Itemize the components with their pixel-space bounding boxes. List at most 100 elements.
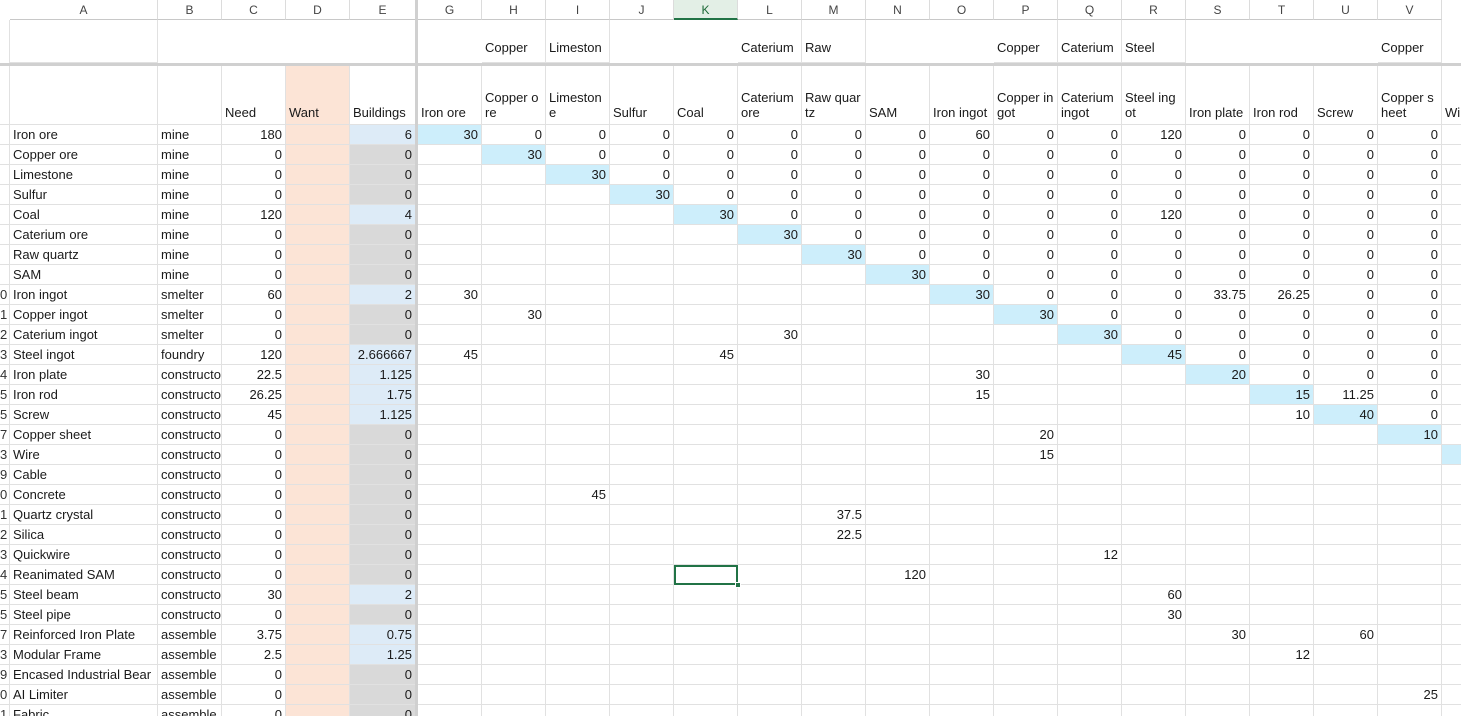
matrix-cell[interactable] [1058,625,1122,645]
item-name-cell[interactable]: SAM [10,265,158,285]
matrix-cell[interactable] [1186,585,1250,605]
matrix-cell[interactable] [1058,685,1122,705]
matrix-cell[interactable] [1442,405,1461,425]
header2-p[interactable]: Copper ingot [994,66,1058,125]
want-cell[interactable] [286,305,350,325]
row-number[interactable] [0,145,10,165]
matrix-cell[interactable] [1314,485,1378,505]
matrix-cell[interactable]: 33.75 [1186,285,1250,305]
matrix-diagonal-cell[interactable]: 30 [610,185,674,205]
building-type-cell[interactable]: mine [158,145,222,165]
need-cell[interactable]: 2.5 [222,645,286,665]
matrix-cell[interactable] [546,185,610,205]
building-type-cell[interactable]: constructo [158,485,222,505]
header1-m[interactable]: Raw [802,20,866,63]
matrix-cell[interactable] [1378,525,1442,545]
header2-m[interactable]: Raw quartz [802,66,866,125]
matrix-cell[interactable] [674,385,738,405]
matrix-cell[interactable] [610,305,674,325]
matrix-cell[interactable]: 10 [1250,405,1314,425]
building-type-cell[interactable]: mine [158,185,222,205]
buildings-cell[interactable]: 0 [350,145,416,165]
header2-c[interactable]: Need [222,66,286,125]
column-header-r[interactable]: R [1122,0,1186,20]
matrix-cell[interactable] [482,505,546,525]
matrix-cell[interactable]: 0 [802,165,866,185]
matrix-cell[interactable] [994,685,1058,705]
spreadsheet-grid[interactable]: A B C D E G H I J K L M N O P Q R S T U V Copper Limeston Cater… [0,0,1461,716]
matrix-cell[interactable] [482,545,546,565]
matrix-cell[interactable] [1058,345,1122,365]
header2-j[interactable]: Sulfur [610,66,674,125]
matrix-cell[interactable] [610,405,674,425]
matrix-cell[interactable] [482,385,546,405]
want-cell[interactable] [286,205,350,225]
item-name-cell[interactable]: AI Limiter [10,685,158,705]
matrix-cell[interactable]: 0 [802,185,866,205]
matrix-cell[interactable] [1442,565,1461,585]
header2-r[interactable]: Steel ingot [1122,66,1186,125]
matrix-cell[interactable] [1314,545,1378,565]
need-cell[interactable]: 26.25 [222,385,286,405]
matrix-cell[interactable]: 0 [1122,265,1186,285]
want-cell[interactable] [286,685,350,705]
matrix-cell[interactable] [1186,445,1250,465]
matrix-cell[interactable] [610,625,674,645]
matrix-cell[interactable]: 0 [610,145,674,165]
matrix-cell[interactable] [1122,685,1186,705]
matrix-cell[interactable] [866,445,930,465]
matrix-cell[interactable]: 0 [994,205,1058,225]
matrix-cell[interactable]: 12 [1058,545,1122,565]
matrix-cell[interactable] [546,405,610,425]
matrix-cell[interactable] [738,705,802,716]
matrix-cell[interactable]: 0 [1378,385,1442,405]
matrix-cell[interactable] [1378,705,1442,716]
matrix-cell[interactable] [738,285,802,305]
matrix-cell[interactable] [930,425,994,445]
column-header-j[interactable]: J [610,0,674,20]
matrix-cell[interactable] [738,405,802,425]
matrix-cell[interactable] [1122,385,1186,405]
matrix-cell[interactable]: 0 [1250,145,1314,165]
building-type-cell[interactable]: constructo [158,465,222,485]
matrix-cell[interactable]: 0 [1186,225,1250,245]
matrix-cell[interactable] [674,465,738,485]
matrix-cell[interactable] [802,585,866,605]
matrix-cell[interactable]: 0 [1250,325,1314,345]
row-number[interactable]: 0 [0,685,10,705]
matrix-cell[interactable] [482,665,546,685]
matrix-cell[interactable]: 0 [866,245,930,265]
matrix-cell[interactable] [930,485,994,505]
building-type-cell[interactable]: mine [158,245,222,265]
matrix-cell[interactable] [546,625,610,645]
matrix-cell[interactable] [866,305,930,325]
need-cell[interactable]: 0 [222,425,286,445]
matrix-cell[interactable] [1378,565,1442,585]
building-type-cell[interactable]: mine [158,265,222,285]
matrix-cell[interactable] [546,705,610,716]
matrix-cell[interactable] [1442,525,1461,545]
matrix-cell[interactable] [1186,645,1250,665]
matrix-cell[interactable] [994,485,1058,505]
need-cell[interactable]: 0 [222,225,286,245]
matrix-cell[interactable] [610,225,674,245]
matrix-cell[interactable]: 0 [610,165,674,185]
matrix-cell[interactable] [418,685,482,705]
matrix-cell[interactable]: 0 [1314,165,1378,185]
matrix-cell[interactable] [482,465,546,485]
want-cell[interactable] [286,525,350,545]
buildings-cell[interactable]: 0 [350,685,416,705]
building-type-cell[interactable]: constructo [158,545,222,565]
row-number[interactable]: 9 [0,465,10,485]
matrix-cell[interactable] [610,525,674,545]
matrix-cell[interactable] [674,505,738,525]
column-header-i[interactable]: I [546,0,610,20]
matrix-cell[interactable] [1442,665,1461,685]
matrix-cell[interactable] [930,325,994,345]
matrix-cell[interactable]: 0 [1314,265,1378,285]
matrix-cell[interactable] [418,425,482,445]
matrix-cell[interactable] [546,305,610,325]
matrix-cell[interactable]: 0 [930,185,994,205]
matrix-cell[interactable]: 0 [866,145,930,165]
need-cell[interactable]: 60 [222,285,286,305]
